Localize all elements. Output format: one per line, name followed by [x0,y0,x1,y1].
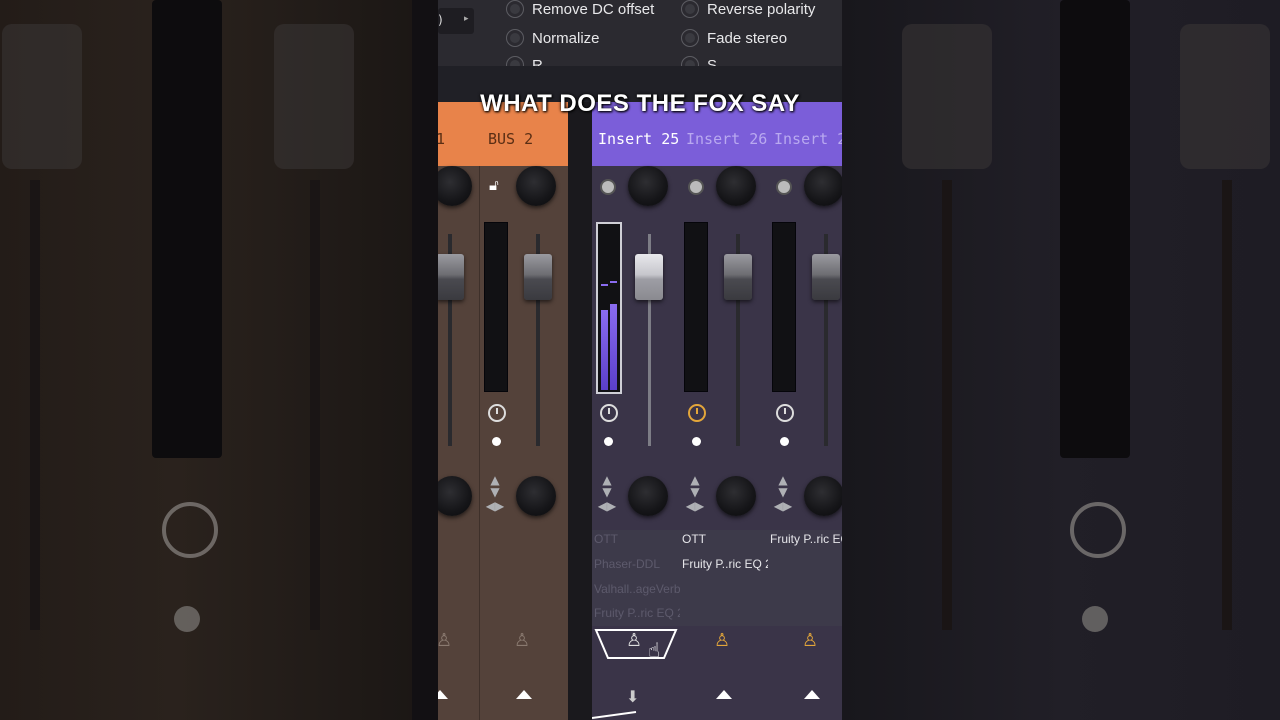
arrow-up-icon[interactable] [438,690,448,699]
normalize-option[interactable]: Normalize [506,29,600,47]
volume-fader[interactable] [724,254,752,300]
peak-meter [484,222,508,392]
arrow-up-icon[interactable] [516,690,532,699]
volume-fader[interactable] [812,254,840,300]
radio-icon [681,29,699,47]
stereo-knob[interactable] [716,476,756,516]
hand-cursor-icon: ☝ [648,638,661,662]
fade-stereo-option[interactable]: Fade stereo [681,29,787,47]
route-wire [592,711,637,719]
status-dot[interactable] [604,437,613,446]
swap-arrows-icon[interactable]: ▲ ▼ [685,474,705,498]
radio-icon [506,0,524,18]
stereo-arrows-icon[interactable]: ◀▶ [597,500,617,512]
mute-led[interactable] [600,179,616,195]
strip-name: Insert 25 [598,130,680,148]
stereo-arrows-icon[interactable]: ◀▶ [485,500,505,512]
pan-knob[interactable] [716,166,756,206]
status-dot[interactable] [492,437,501,446]
stereo-arrows-icon[interactable]: ◀▶ [773,500,793,512]
fx-slot[interactable]: Fruity P..ric EQ 2 [682,557,772,571]
volume-fader[interactable] [635,254,663,300]
swap-arrows-icon[interactable]: ▲ ▼ [773,474,793,498]
mixer-strip-bus-1[interactable]: 1 ♙ [438,102,480,720]
partial-control[interactable]: ) ▸ [438,8,474,34]
fx-slot[interactable]: Fruity P..ric EQ [770,532,842,546]
status-dot[interactable] [780,437,789,446]
volume-fader[interactable] [524,254,552,300]
lamp-icon[interactable]: ♙ [714,630,730,651]
stereo-arrows-icon[interactable]: ◀▶ [685,500,705,512]
lamp-icon[interactable]: ♙ [626,630,642,651]
lamp-icon[interactable]: ♙ [514,630,530,651]
radio-icon [681,0,699,18]
clock-icon[interactable] [488,404,506,422]
fx-slot[interactable]: OTT [594,532,618,546]
mixer-panel: ) ▸ Remove DC offset Reverse polarity No… [438,0,842,720]
clock-icon[interactable] [688,404,706,422]
stereo-knob[interactable] [438,476,472,516]
reverse-polarity-option[interactable]: Reverse polarity [681,0,815,18]
pan-knob[interactable] [804,166,842,206]
stereo-knob[interactable] [516,476,556,516]
clock-icon[interactable] [776,404,794,422]
remove-dc-option[interactable]: Remove DC offset [506,0,654,18]
lamp-icon[interactable]: ♙ [802,630,818,651]
pan-knob[interactable] [628,166,668,206]
peak-meter [772,222,796,392]
group-separator [568,102,592,720]
mixer-strip-bus-2[interactable]: BUS 2 🔓︎ ▲ ▼ ◀▶ ♙ [480,102,568,720]
strip-name: Insert 27 [774,130,842,148]
peak-meter [596,222,622,394]
strip-name: Insert 26 [686,130,768,148]
background-blur-right [842,0,1280,720]
clock-icon[interactable] [600,404,618,422]
fx-slot[interactable]: Valhall..ageVerb [594,582,681,596]
sample-options-bar: ) ▸ Remove DC offset Reverse polarity No… [438,0,842,74]
mixer-strip-insert-27[interactable]: Insert 27 ▲▼ ◀▶ Fruity P..ric EQ ♙ [768,102,842,720]
arrow-up-icon[interactable] [716,690,732,699]
pan-knob[interactable] [516,166,556,206]
background-blur-left [0,0,438,720]
radio-icon [506,29,524,47]
arrow-up-icon[interactable] [804,690,820,699]
arrow-down-icon[interactable]: ⬇ [626,687,639,706]
mute-led[interactable] [776,179,792,195]
swap-arrows-icon[interactable]: ▲ ▼ [485,474,505,498]
lamp-icon[interactable]: ♙ [438,630,452,651]
volume-fader[interactable] [438,254,464,300]
status-dot[interactable] [692,437,701,446]
fx-slot[interactable]: Phaser-DDL [594,557,660,571]
video-caption: WHAT DOES THE FOX SAY [480,90,800,117]
fx-slot[interactable]: OTT [682,532,706,546]
stereo-knob[interactable] [804,476,842,516]
pan-knob[interactable] [438,166,472,206]
stereo-knob[interactable] [628,476,668,516]
peak-meter [684,222,708,392]
mixer-strip-insert-26[interactable]: Insert 26 ▲ ▼ ◀▶ OTT Fruity P..ric EQ 2 ♙ [680,102,772,720]
strip-name: 1 [438,130,446,148]
lock-icon[interactable]: 🔓︎ [489,176,499,194]
swap-arrows-icon[interactable]: ▲ ▼ [597,474,617,498]
mute-led[interactable] [688,179,704,195]
mixer-strip-insert-25[interactable]: Insert 25 ▲ ▼ ◀▶ OTT Phaser-DDL Valhall..… [592,102,684,720]
fx-slot[interactable]: Fruity P..ric EQ 2 [594,606,684,620]
strip-name: BUS 2 [488,130,534,148]
